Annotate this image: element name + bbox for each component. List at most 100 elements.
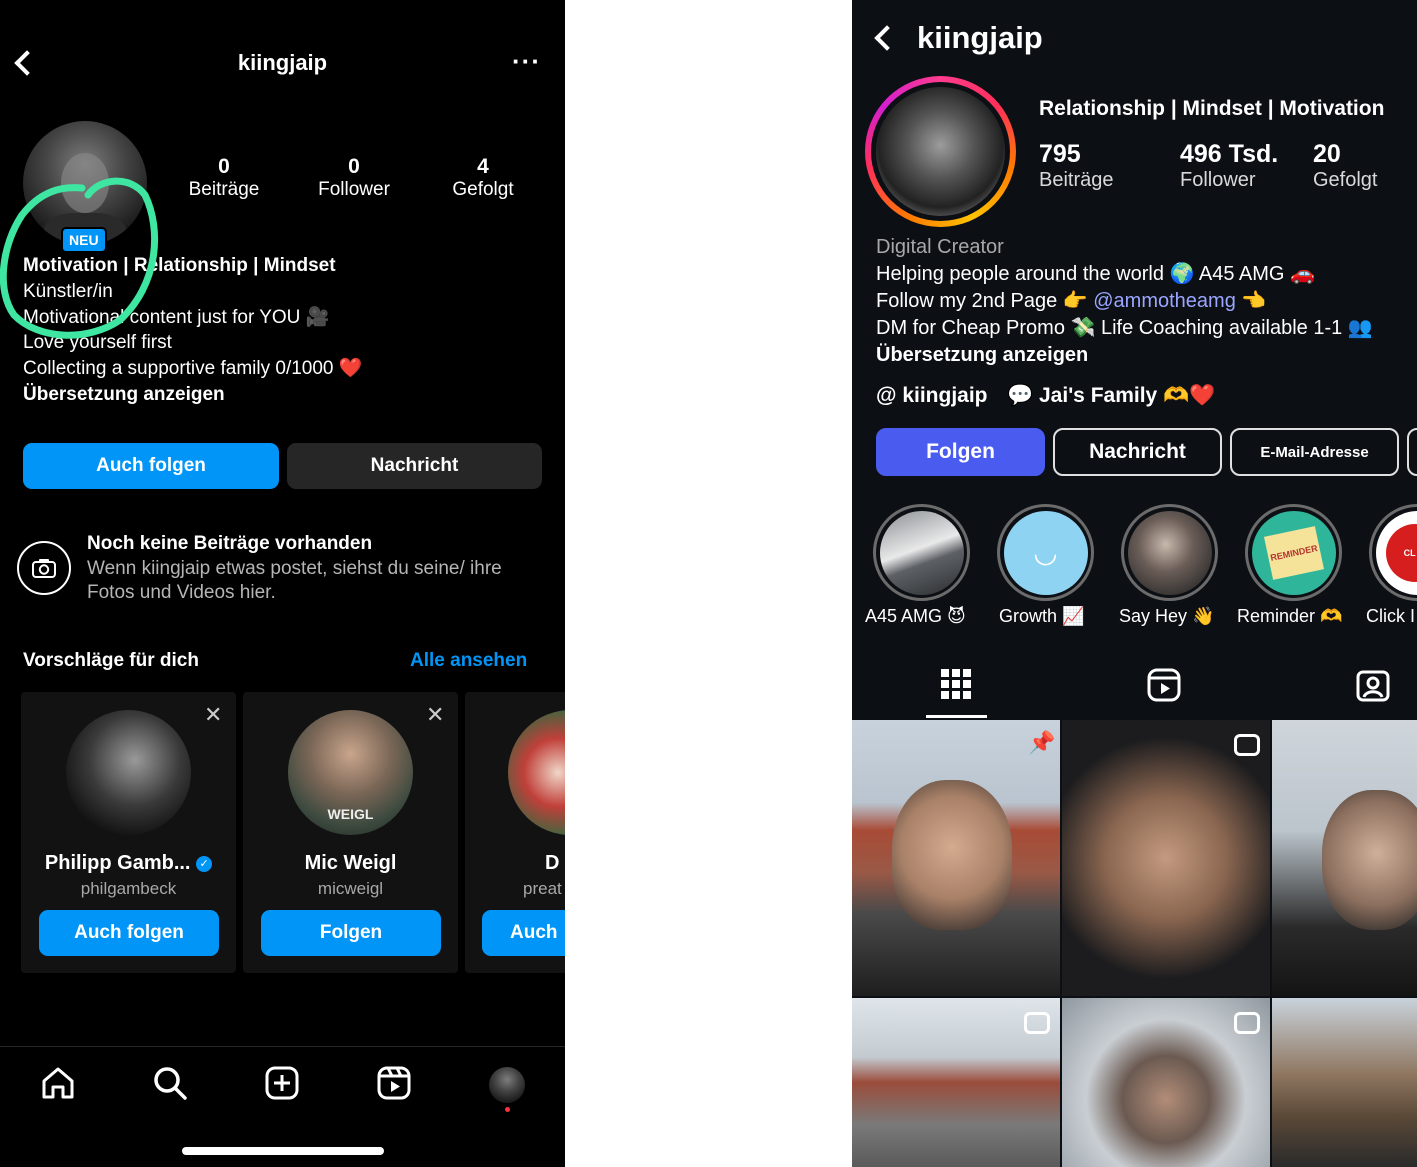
mention-link[interactable]: @ammotheamg [1093, 290, 1236, 312]
post-thumbnail[interactable]: 📌 [852, 720, 1060, 996]
stat-posts[interactable]: 795 Beiträge [1039, 140, 1114, 192]
no-posts-title: Noch keine Beiträge vorhanden [87, 533, 373, 554]
bio-line: Collecting a supportive family 0/1000 ❤️ [23, 358, 363, 380]
highlight-cover [1121, 504, 1218, 601]
create-post-icon[interactable] [264, 1065, 300, 1101]
notification-dot [505, 1107, 510, 1112]
right-screenshot: kiingjaip Relationship | Mindset | Motiv… [852, 0, 1417, 1167]
stat-label: Gefolgt [1313, 169, 1378, 191]
home-icon[interactable] [40, 1065, 76, 1101]
suggestion-card[interactable]: ✕ WEIGL Mic Weigl micweigl Folgen [243, 692, 458, 973]
camera-icon [17, 541, 71, 595]
reels-icon[interactable] [376, 1065, 412, 1101]
suggestions-title: Vorschläge für dich [23, 650, 199, 671]
close-icon[interactable]: ✕ [426, 702, 444, 728]
suggestion-avatar[interactable] [508, 710, 565, 835]
stat-followers[interactable]: 496 Tsd. Follower [1180, 140, 1278, 192]
follow-button[interactable]: Folgen [876, 428, 1045, 476]
suggestion-username: philgambeck [80, 879, 177, 898]
smiley-icon: ◡ [1003, 510, 1088, 595]
stat-following[interactable]: 20 Gefolgt [1313, 140, 1377, 192]
pinned-icon: 📌 [1028, 730, 1056, 755]
close-icon[interactable]: ✕ [204, 702, 222, 728]
reels-tab-icon[interactable] [1146, 667, 1182, 703]
suggestion-avatar[interactable] [66, 710, 191, 835]
no-posts-text: Wenn kiingjaip etwas postet, siehst du s… [87, 558, 502, 603]
bio: Digital Creator Helping people around th… [876, 234, 1417, 369]
reminder-note-icon: REMINDER [1263, 525, 1324, 580]
reel-icon [1024, 1012, 1050, 1034]
stat-label: Follower [1180, 169, 1256, 191]
follow-back-button[interactable]: Auch [482, 910, 565, 956]
highlight-item[interactable]: CL M [1369, 504, 1417, 601]
suggestion-avatar[interactable]: WEIGL [288, 710, 413, 835]
threads-link[interactable]: @ kiingjaip [876, 384, 988, 408]
highlight-label: Reminder 🫶 [1237, 606, 1343, 626]
highlight-label: Say Hey 👋 [1119, 606, 1215, 626]
highlight-label: Click I [1366, 606, 1415, 626]
stat-following[interactable]: 4 Gefolgt [433, 155, 533, 201]
bio-line: Helping people around the world 🌍 A45 AM… [876, 263, 1315, 285]
avatar [876, 87, 1005, 216]
bio-line-text: Follow my 2nd Page 👉 [876, 290, 1088, 312]
bio-emoji: 👈 [1241, 290, 1267, 312]
reel-icon [1234, 734, 1260, 756]
highlight-item[interactable] [873, 504, 970, 601]
translate-link[interactable]: Übersetzung anzeigen [876, 342, 1417, 369]
post-thumbnail[interactable] [1062, 720, 1270, 996]
bottom-nav [0, 1046, 565, 1167]
grid-tab-icon[interactable] [941, 667, 971, 703]
stat-label: Gefolgt [452, 179, 514, 200]
email-button[interactable]: E-Mail-Adresse [1230, 428, 1399, 476]
profile-username: kiingjaip [917, 20, 1043, 55]
translate-link[interactable]: Übersetzung anzeigen [23, 382, 553, 408]
home-indicator [182, 1147, 384, 1155]
more-options-icon[interactable]: ··· [512, 46, 541, 77]
post-thumbnail[interactable] [1272, 998, 1417, 1167]
profile-tab-avatar[interactable] [489, 1067, 525, 1103]
bio-line: Follow my 2nd Page 👉 @ammotheamg 👈 [876, 288, 1417, 315]
suggestion-card[interactable]: D preat Auch [465, 692, 565, 973]
stat-label: Follower [318, 179, 390, 200]
channel-name: Jai's Family 🫶❤️ [1039, 384, 1216, 407]
headline: Relationship | Mindset | Motivation [1039, 97, 1385, 120]
stat-value: 496 Tsd. [1180, 140, 1279, 168]
follow-back-button[interactable]: Auch folgen [39, 910, 219, 956]
stat-label: Beiträge [1039, 169, 1114, 191]
highlight-label: A45 AMG 😈 [865, 606, 966, 626]
threads-icon: @ [876, 384, 897, 407]
post-thumbnail[interactable] [852, 998, 1060, 1167]
left-screenshot: kiingjaip ··· NEU 0 Beiträge 0 Follower … [0, 0, 565, 1167]
highlight-item[interactable]: REMINDER [1245, 504, 1342, 601]
tagged-tab-icon[interactable] [1355, 667, 1391, 703]
highlight-cover: ◡ [997, 504, 1094, 601]
follow-back-button[interactable]: Auch folgen [23, 443, 279, 489]
suggestion-username: preat [523, 879, 562, 898]
category: Digital Creator [876, 236, 1004, 258]
message-button[interactable]: Nachricht [287, 443, 542, 489]
suggestion-card[interactable]: ✕ Philipp Gamb... ✓ philgambeck Auch fol… [21, 692, 236, 973]
suggestion-name: D [545, 852, 560, 874]
red-button-icon: CL M [1385, 523, 1417, 582]
bio-line: DM for Cheap Promo 💸 Life Coaching avail… [876, 317, 1373, 339]
suggestion-name-text: Philipp Gamb... [44, 852, 191, 874]
message-button[interactable]: Nachricht [1053, 428, 1222, 476]
highlight-item[interactable] [1121, 504, 1218, 601]
post-thumbnail[interactable] [1062, 998, 1270, 1167]
stat-value: 0 [218, 155, 230, 178]
channel-icon: 💬 [1007, 384, 1034, 407]
channel-link[interactable]: 💬 Jai's Family 🫶❤️ [1007, 384, 1215, 408]
highlight-item[interactable]: ◡ [997, 504, 1094, 601]
verified-icon: ✓ [196, 855, 213, 872]
see-all-link[interactable]: Alle ansehen [410, 650, 527, 672]
follow-button[interactable]: Folgen [261, 910, 441, 956]
stat-posts[interactable]: 0 Beiträge [174, 155, 274, 201]
more-contact-button[interactable] [1407, 428, 1417, 476]
active-tab-indicator [926, 715, 987, 718]
stat-followers[interactable]: 0 Follower [304, 155, 404, 201]
back-icon[interactable] [874, 25, 900, 51]
highlight-label: Growth 📈 [999, 606, 1085, 626]
story-ring[interactable] [865, 76, 1016, 227]
post-thumbnail[interactable] [1272, 720, 1417, 996]
search-icon[interactable] [152, 1065, 188, 1101]
